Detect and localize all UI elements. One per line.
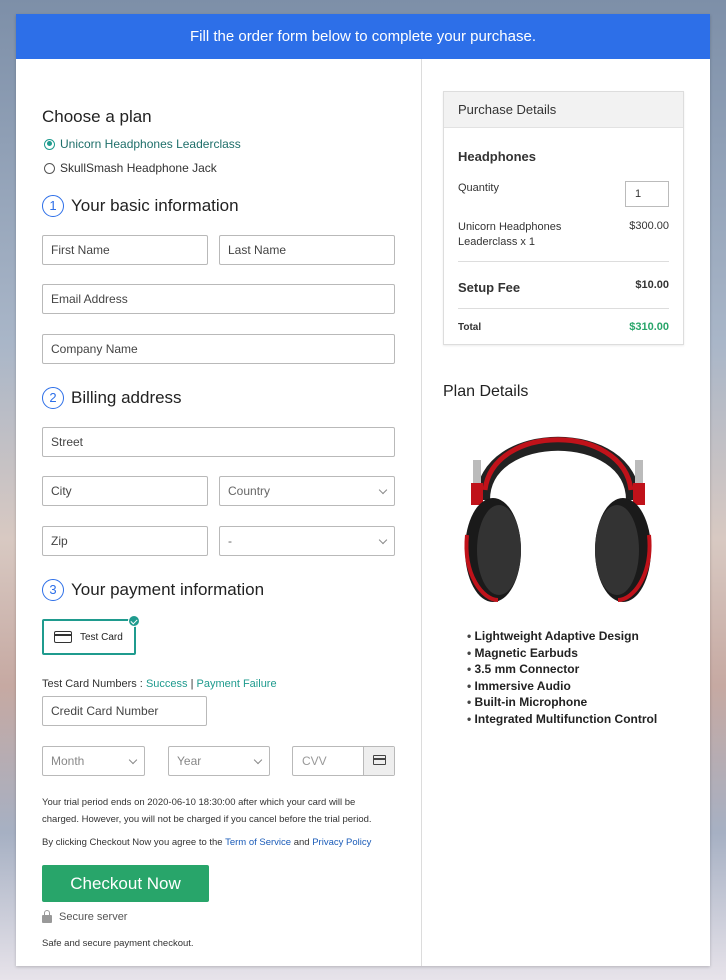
feature-item: 3.5 mm Connector	[467, 661, 657, 678]
select-value: Month	[51, 754, 85, 768]
order-form-card: Fill the order form below to complete yo…	[16, 14, 710, 966]
success-link[interactable]: Success	[146, 678, 188, 690]
basic-info-heading: 1 Your basic information	[42, 195, 239, 217]
quantity-input[interactable]: 1	[625, 181, 669, 207]
purchase-details-box: Purchase Details Headphones Quantity 1 U…	[443, 91, 684, 345]
test-card-numbers: Test Card Numbers : Success | Payment Fa…	[42, 678, 277, 690]
zip-field[interactable]: Zip	[42, 526, 208, 556]
first-name-field[interactable]: First Name	[42, 235, 208, 265]
feature-item: Integrated Multifunction Control	[467, 711, 658, 728]
state-select[interactable]: -	[219, 526, 395, 556]
headphones-image	[464, 436, 652, 602]
country-select[interactable]: Country	[219, 476, 395, 506]
section-title: Your basic information	[71, 196, 239, 215]
feature-item: Magnetic Earbuds	[467, 645, 657, 662]
select-value: Year	[177, 754, 202, 768]
row-divider	[458, 308, 669, 309]
chevron-down-icon	[378, 535, 388, 545]
and-text: and	[293, 837, 310, 848]
step-number: 3	[42, 579, 64, 601]
privacy-link[interactable]: Privacy Policy	[312, 837, 371, 848]
section-title: Your payment information	[71, 580, 265, 599]
setup-fee-price: $10.00	[635, 279, 669, 291]
city-field[interactable]: City	[42, 476, 208, 506]
radio-icon[interactable]	[44, 162, 55, 174]
email-field[interactable]: Email Address	[42, 284, 395, 314]
line-item-price: $300.00	[629, 220, 669, 232]
chevron-down-icon	[128, 755, 138, 765]
agree-text: By clicking Checkout Now you agree to th…	[42, 834, 392, 851]
trial-notice: Your trial period ends on 2020-06-10 18:…	[42, 797, 372, 825]
plan-option-label: SkullSmash Headphone Jack	[60, 161, 217, 175]
chevron-down-icon	[378, 485, 388, 495]
radio-selected-icon[interactable]	[44, 138, 55, 150]
plan-details-heading: Plan Details	[443, 383, 529, 400]
check-icon	[128, 615, 140, 627]
product-name: Headphones	[458, 149, 537, 164]
plan-option-skullsmash[interactable]: SkullSmash Headphone Jack	[44, 161, 217, 175]
credit-card-icon	[54, 631, 72, 643]
chevron-down-icon	[253, 755, 263, 765]
test-card-option[interactable]: Test Card	[42, 615, 140, 655]
safe-checkout-text: Safe and secure payment checkout.	[42, 938, 194, 949]
step-number: 2	[42, 387, 64, 409]
section-title: Billing address	[71, 388, 182, 407]
separator: |	[190, 678, 194, 690]
payment-heading: 3 Your payment information	[42, 579, 264, 601]
plan-option-label: Unicorn Headphones Leaderclass	[60, 137, 241, 151]
row-divider	[458, 261, 669, 262]
plan-option-unicorn[interactable]: Unicorn Headphones Leaderclass	[44, 137, 241, 151]
street-field[interactable]: Street	[42, 427, 395, 457]
terms-link[interactable]: Term of Service	[225, 837, 291, 848]
last-name-field[interactable]: Last Name	[219, 235, 395, 265]
checkout-button[interactable]: Checkout Now	[42, 865, 209, 902]
select-value: Country	[228, 484, 271, 498]
billing-heading: 2 Billing address	[42, 387, 182, 409]
feature-item: Lightweight Adaptive Design	[467, 628, 657, 645]
company-field[interactable]: Company Name	[42, 334, 395, 364]
cvv-card-icon-box	[363, 747, 394, 775]
total-price: $310.00	[629, 321, 669, 333]
step-number: 1	[42, 195, 64, 217]
payment-failure-link[interactable]: Payment Failure	[197, 678, 277, 690]
feature-item: Immersive Audio	[467, 678, 657, 695]
test-numbers-label: Test Card Numbers :	[42, 678, 143, 690]
test-card-label: Test Card	[80, 631, 123, 643]
lock-icon	[42, 909, 52, 923]
year-select[interactable]: Year	[168, 746, 270, 776]
agree-prefix: By clicking Checkout Now you agree to th…	[42, 837, 223, 848]
purchase-details-heading: Purchase Details	[444, 92, 683, 128]
month-select[interactable]: Month	[42, 746, 145, 776]
credit-card-icon	[373, 755, 386, 765]
card-stripe	[373, 758, 386, 760]
select-value: -	[228, 534, 232, 548]
feature-list: Lightweight Adaptive Design Magnetic Ear…	[467, 628, 658, 728]
feature-item: Built-in Microphone	[467, 694, 657, 711]
secure-server: Secure server	[42, 909, 128, 923]
choose-plan-heading: Choose a plan	[42, 107, 152, 126]
cvv-placeholder: CVV	[302, 754, 327, 768]
secure-label: Secure server	[59, 911, 128, 923]
column-divider	[421, 59, 422, 966]
card-number-field[interactable]: Credit Card Number	[42, 696, 207, 726]
banner: Fill the order form below to complete yo…	[16, 14, 710, 59]
cvv-field[interactable]: CVV	[292, 746, 395, 776]
